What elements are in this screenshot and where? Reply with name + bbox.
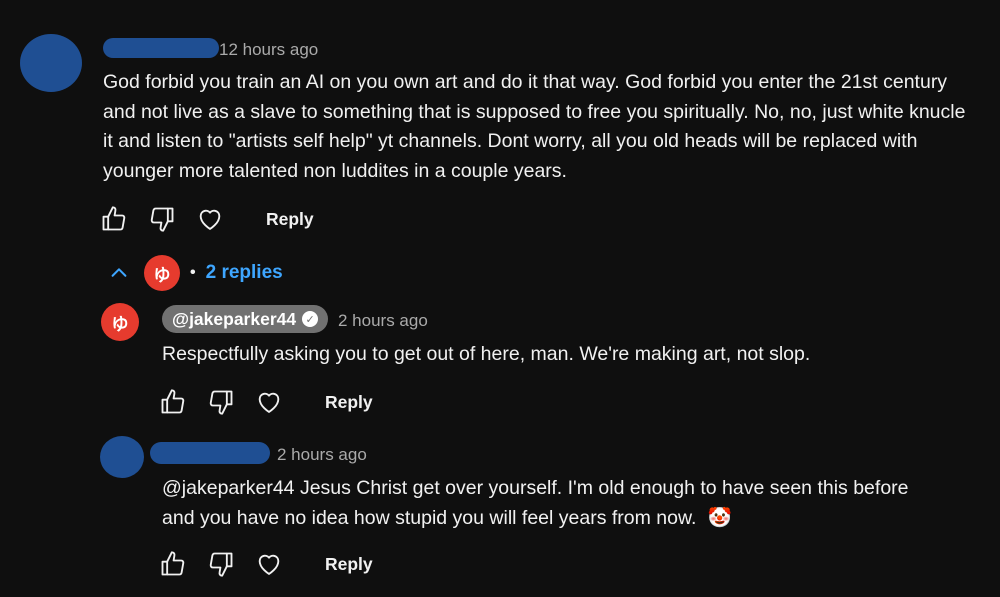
reply-2-timestamp[interactable]: 2 hours ago bbox=[277, 445, 367, 465]
reply-button[interactable]: Reply bbox=[315, 386, 383, 419]
verified-check-icon: ✓ bbox=[302, 311, 319, 327]
like-button[interactable] bbox=[94, 199, 134, 239]
redacted-username[interactable] bbox=[150, 442, 270, 464]
commenter-avatar[interactable] bbox=[20, 34, 82, 92]
creator-handle: @jakeparker44 bbox=[172, 308, 297, 329]
heart-button[interactable] bbox=[190, 199, 230, 239]
like-button[interactable] bbox=[153, 544, 193, 584]
reply-1-timestamp[interactable]: 2 hours ago bbox=[338, 311, 428, 331]
comment-text: God forbid you train an AI on you own ar… bbox=[103, 71, 966, 182]
creator-avatar-glyph: ゆ bbox=[111, 314, 129, 334]
thumbs-up-icon bbox=[161, 389, 185, 414]
thumbs-down-icon bbox=[150, 207, 174, 232]
clown-emoji: 🤡 bbox=[707, 506, 733, 529]
dislike-button[interactable] bbox=[142, 199, 182, 239]
heart-button[interactable] bbox=[249, 382, 289, 422]
thumbs-up-icon bbox=[161, 551, 185, 576]
reply-2-line-2: and you have no idea how stupid you will… bbox=[162, 506, 697, 529]
replies-toggle[interactable]: ゆ • 2 replies bbox=[108, 255, 283, 291]
reply-2-text: @jakeparker44 Jesus Christ get over your… bbox=[162, 474, 982, 533]
redacted-username[interactable] bbox=[103, 38, 219, 58]
thumbs-down-icon bbox=[209, 390, 233, 415]
thumbs-up-icon bbox=[102, 206, 126, 231]
heart-icon bbox=[199, 209, 221, 230]
dislike-button[interactable] bbox=[201, 544, 241, 584]
comment-actions: Reply bbox=[94, 199, 324, 239]
creator-avatar[interactable]: ゆ bbox=[101, 303, 139, 341]
reply-1-text: Respectfully asking you to get out of he… bbox=[162, 343, 811, 365]
heart-icon bbox=[258, 392, 280, 413]
dislike-button[interactable] bbox=[201, 382, 241, 422]
creator-handle-chip[interactable]: @jakeparker44 ✓ bbox=[162, 305, 329, 333]
reply-2-avatar[interactable] bbox=[100, 436, 144, 478]
replies-separator: • bbox=[190, 264, 196, 281]
reply-button[interactable]: Reply bbox=[256, 203, 324, 236]
creator-mini-avatar: ゆ bbox=[144, 255, 180, 291]
chevron-up-icon bbox=[111, 268, 127, 277]
heart-icon bbox=[258, 554, 280, 575]
replies-count-label: 2 replies bbox=[205, 262, 283, 283]
reply-2-line-1: @jakeparker44 Jesus Christ get over your… bbox=[162, 477, 909, 499]
heart-button[interactable] bbox=[249, 544, 289, 584]
creator-avatar-glyph: ゆ bbox=[153, 265, 171, 285]
reply-button[interactable]: Reply bbox=[315, 548, 383, 581]
reply-1-actions: Reply bbox=[153, 382, 383, 422]
reply-2-line-2-wrap: and you have no idea how stupid you will… bbox=[162, 504, 982, 534]
like-button[interactable] bbox=[153, 382, 193, 422]
reply-2-actions: Reply bbox=[153, 544, 383, 584]
thumbs-down-icon bbox=[209, 552, 233, 577]
comment-timestamp[interactable]: 12 hours ago bbox=[219, 40, 318, 60]
